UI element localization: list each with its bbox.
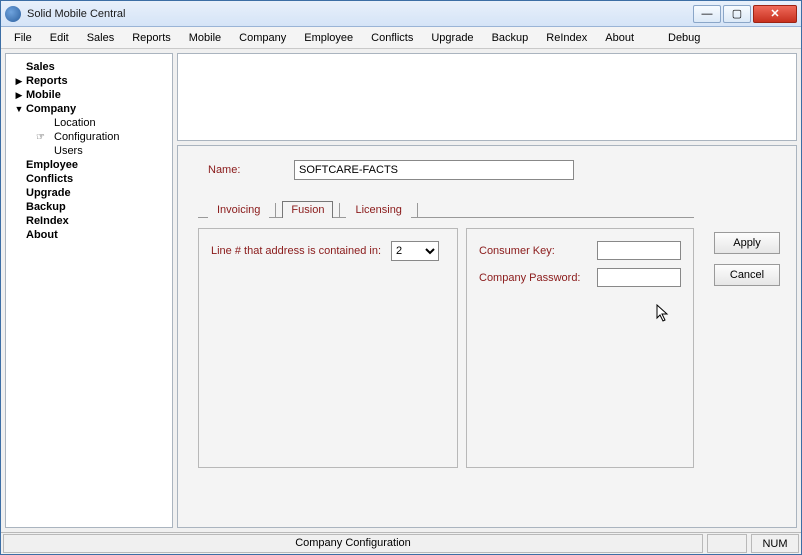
consumer-key-input[interactable]: [597, 241, 681, 260]
menu-bar: File Edit Sales Reports Mobile Company E…: [1, 27, 801, 49]
tree-company[interactable]: ▼Company: [14, 102, 164, 116]
menu-edit[interactable]: Edit: [41, 29, 78, 47]
name-input[interactable]: [294, 160, 574, 180]
tab-fusion-body: Line # that address is contained in: 2 C…: [198, 217, 694, 468]
tree-upgrade[interactable]: Upgrade: [14, 186, 164, 200]
company-password-label: Company Password:: [479, 272, 589, 284]
tree-employee[interactable]: Employee: [14, 158, 164, 172]
close-button[interactable]: ✕: [753, 5, 797, 23]
menu-debug[interactable]: Debug: [659, 29, 709, 47]
tree-company-configuration[interactable]: ☞Configuration: [14, 130, 164, 144]
name-label: Name:: [208, 164, 294, 176]
tree-conflicts[interactable]: Conflicts: [14, 172, 164, 186]
menu-upgrade[interactable]: Upgrade: [422, 29, 482, 47]
credentials-panel: Consumer Key: Company Password:: [466, 228, 694, 468]
menu-reports[interactable]: Reports: [123, 29, 180, 47]
menu-company[interactable]: Company: [230, 29, 295, 47]
nav-tree: Sales ▶Reports ▶Mobile ▼Company Location…: [5, 53, 173, 528]
tab-strip: Invoicing Fusion Licensing: [208, 200, 780, 217]
tree-company-location[interactable]: Location: [14, 116, 164, 130]
window-title: Solid Mobile Central: [27, 8, 691, 20]
menu-mobile[interactable]: Mobile: [180, 29, 230, 47]
tree-backup[interactable]: Backup: [14, 200, 164, 214]
status-bar: Company Configuration NUM: [1, 532, 801, 554]
hand-pointer-icon: ☞: [36, 132, 50, 143]
company-password-input[interactable]: [597, 268, 681, 287]
menu-about[interactable]: About: [596, 29, 643, 47]
status-numlock: NUM: [751, 534, 799, 553]
menu-reindex[interactable]: ReIndex: [537, 29, 596, 47]
app-icon: [5, 6, 21, 22]
tab-fusion[interactable]: Fusion: [282, 201, 333, 218]
menu-file[interactable]: File: [5, 29, 41, 47]
action-buttons: Apply Cancel: [714, 232, 780, 286]
menu-employee[interactable]: Employee: [295, 29, 362, 47]
maximize-button[interactable]: ▢: [723, 5, 751, 23]
menu-backup[interactable]: Backup: [483, 29, 538, 47]
menu-sales[interactable]: Sales: [78, 29, 124, 47]
tree-about[interactable]: About: [14, 228, 164, 242]
tree-mobile[interactable]: ▶Mobile: [14, 88, 164, 102]
consumer-key-label: Consumer Key:: [479, 245, 589, 257]
menu-conflicts[interactable]: Conflicts: [362, 29, 422, 47]
status-text: Company Configuration: [3, 534, 703, 553]
main-pane: Name: Invoicing Fusion Licensing: [177, 53, 797, 528]
line-number-select[interactable]: 2: [391, 241, 439, 261]
tree-reports[interactable]: ▶Reports: [14, 74, 164, 88]
config-form: Name: Invoicing Fusion Licensing: [177, 145, 797, 528]
status-blank: [707, 534, 747, 553]
apply-button[interactable]: Apply: [714, 232, 780, 254]
minimize-button[interactable]: —: [693, 5, 721, 23]
preview-box: [177, 53, 797, 141]
title-bar: Solid Mobile Central — ▢ ✕: [1, 1, 801, 27]
app-window: Solid Mobile Central — ▢ ✕ File Edit Sal…: [0, 0, 802, 555]
client-area: Sales ▶Reports ▶Mobile ▼Company Location…: [1, 49, 801, 532]
tree-reindex[interactable]: ReIndex: [14, 214, 164, 228]
tab-licensing[interactable]: Licensing: [346, 201, 410, 218]
cancel-button[interactable]: Cancel: [714, 264, 780, 286]
address-panel: Line # that address is contained in: 2: [198, 228, 458, 468]
tab-invoicing[interactable]: Invoicing: [208, 201, 269, 218]
tree-company-users[interactable]: Users: [14, 144, 164, 158]
line-label: Line # that address is contained in:: [211, 245, 383, 257]
tree-sales[interactable]: Sales: [14, 60, 164, 74]
